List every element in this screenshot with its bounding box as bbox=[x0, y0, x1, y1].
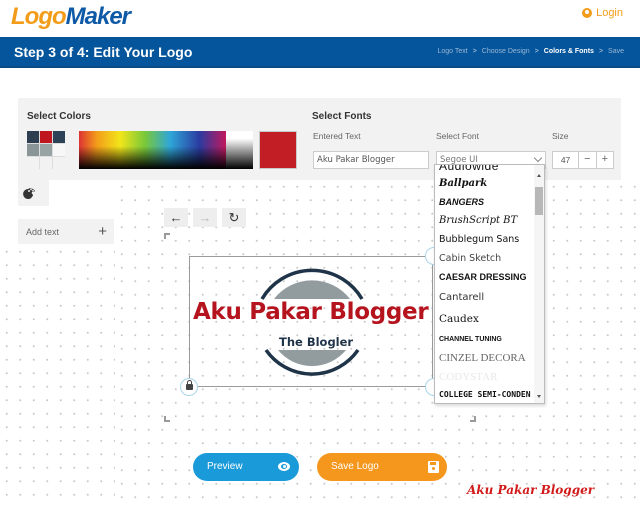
font-option[interactable]: BrushScript BT bbox=[439, 215, 517, 226]
step-title: Step 3 of 4: Edit Your Logo bbox=[14, 44, 193, 60]
brand-part-logo: Logo bbox=[11, 3, 67, 30]
crumb-logo-text[interactable]: Logo Text bbox=[437, 48, 467, 55]
crumb-separator: > bbox=[472, 48, 477, 55]
step-bar: Step 3 of 4: Edit Your Logo Logo Text > … bbox=[0, 37, 640, 68]
plus-icon: + bbox=[98, 223, 107, 240]
font-option[interactable]: CODYSTAR bbox=[439, 371, 497, 383]
size-increase-button[interactable]: + bbox=[595, 152, 613, 168]
crumb-separator: > bbox=[534, 48, 539, 55]
selected-color-preview bbox=[259, 131, 297, 169]
login-label: Login bbox=[596, 7, 623, 19]
watermark-text: Aku Pakar Blogger bbox=[467, 483, 595, 497]
frame-corner bbox=[470, 416, 476, 422]
select-fonts-title: Select Fonts bbox=[312, 111, 372, 122]
crumb-separator: > bbox=[598, 48, 604, 55]
font-option[interactable]: Ballpark bbox=[439, 178, 487, 189]
palette-tab[interactable] bbox=[18, 180, 49, 206]
top-header: LogoMaker Login bbox=[0, 0, 640, 37]
swatch[interactable] bbox=[53, 144, 65, 156]
font-option[interactable]: CHANNEL TUNING bbox=[439, 336, 502, 343]
swatch[interactable] bbox=[40, 144, 52, 156]
dropdown-scrollbar[interactable] bbox=[534, 165, 544, 403]
swatch[interactable] bbox=[40, 157, 52, 169]
swatch[interactable] bbox=[53, 157, 65, 169]
lock-icon bbox=[186, 380, 193, 390]
palette-icon bbox=[23, 188, 35, 199]
swatch[interactable] bbox=[40, 131, 52, 143]
brand-part-maker: Maker bbox=[65, 3, 131, 30]
font-option[interactable]: Cantarell bbox=[439, 292, 484, 303]
swatch[interactable] bbox=[27, 144, 39, 156]
reset-button[interactable]: ↻ bbox=[222, 208, 246, 227]
size-label: Size bbox=[552, 131, 569, 141]
font-option[interactable]: CINZEL DECORA bbox=[439, 352, 526, 364]
swatch[interactable] bbox=[53, 131, 65, 143]
lock-handle[interactable] bbox=[180, 378, 198, 396]
eye-icon bbox=[278, 462, 290, 471]
font-option[interactable]: CAESAR DRESSING bbox=[439, 272, 527, 282]
logo-main-text[interactable]: Aku Pakar Blogger bbox=[193, 299, 429, 325]
select-colors-title: Select Colors bbox=[27, 111, 91, 122]
font-option[interactable]: Bubblegum Sans bbox=[439, 234, 519, 245]
size-decrease-button[interactable]: − bbox=[578, 152, 595, 168]
scroll-up-arrow-icon[interactable] bbox=[537, 174, 541, 177]
crumb-save[interactable]: Save bbox=[608, 48, 624, 55]
font-option[interactable]: Cabin Sketch bbox=[439, 253, 501, 264]
add-text-label: Add text bbox=[26, 227, 60, 237]
brightness-slider[interactable] bbox=[226, 131, 253, 169]
size-input[interactable]: 47 bbox=[553, 152, 578, 168]
font-dropdown-list[interactable]: Audiowide Ballpark BANGERS BrushScript B… bbox=[434, 164, 545, 404]
swatch[interactable] bbox=[27, 131, 39, 143]
color-swatch-grid bbox=[27, 131, 65, 169]
size-stepper: 47 − + bbox=[552, 151, 614, 169]
floppy-disk-icon bbox=[428, 461, 439, 473]
preview-label: Preview bbox=[207, 461, 243, 472]
crumb-choose-design[interactable]: Choose Design bbox=[482, 48, 530, 55]
swatch[interactable] bbox=[27, 157, 39, 169]
logomaker-logo[interactable]: LogoMaker bbox=[11, 3, 131, 31]
entered-text-label: Entered Text bbox=[313, 131, 361, 141]
font-option[interactable]: Caudex bbox=[439, 313, 479, 325]
frame-corner bbox=[164, 233, 170, 239]
preview-button[interactable]: Preview bbox=[193, 453, 299, 481]
breadcrumb: Logo Text > Choose Design > Colors & Fon… bbox=[437, 48, 624, 55]
color-spectrum-picker[interactable] bbox=[79, 131, 226, 169]
crumb-colors-fonts[interactable]: Colors & Fonts bbox=[544, 48, 594, 55]
redo-button[interactable]: → bbox=[193, 208, 217, 227]
user-circle-icon bbox=[582, 8, 593, 18]
font-option[interactable]: COLLEGE SEMI-CONDEN bbox=[439, 390, 531, 399]
undo-button[interactable]: ← bbox=[164, 208, 188, 227]
scroll-down-arrow-icon[interactable] bbox=[537, 395, 541, 398]
save-logo-label: Save Logo bbox=[331, 461, 379, 472]
dotted-canvas-left bbox=[0, 245, 115, 505]
add-text-button[interactable]: Add text + bbox=[18, 219, 114, 244]
logo-sub-text[interactable]: The Blogler bbox=[279, 335, 353, 349]
font-option[interactable]: BANGERS bbox=[439, 197, 484, 207]
select-font-label: Select Font bbox=[436, 131, 479, 141]
font-option[interactable]: Audiowide bbox=[439, 165, 499, 173]
frame-corner bbox=[164, 416, 170, 422]
login-link[interactable]: Login bbox=[582, 7, 623, 19]
chevron-down-icon bbox=[533, 153, 543, 163]
save-logo-button[interactable]: Save Logo bbox=[317, 453, 447, 481]
scrollbar-thumb[interactable] bbox=[535, 187, 543, 215]
entered-text-input[interactable]: Aku Pakar Blogger bbox=[313, 151, 429, 169]
